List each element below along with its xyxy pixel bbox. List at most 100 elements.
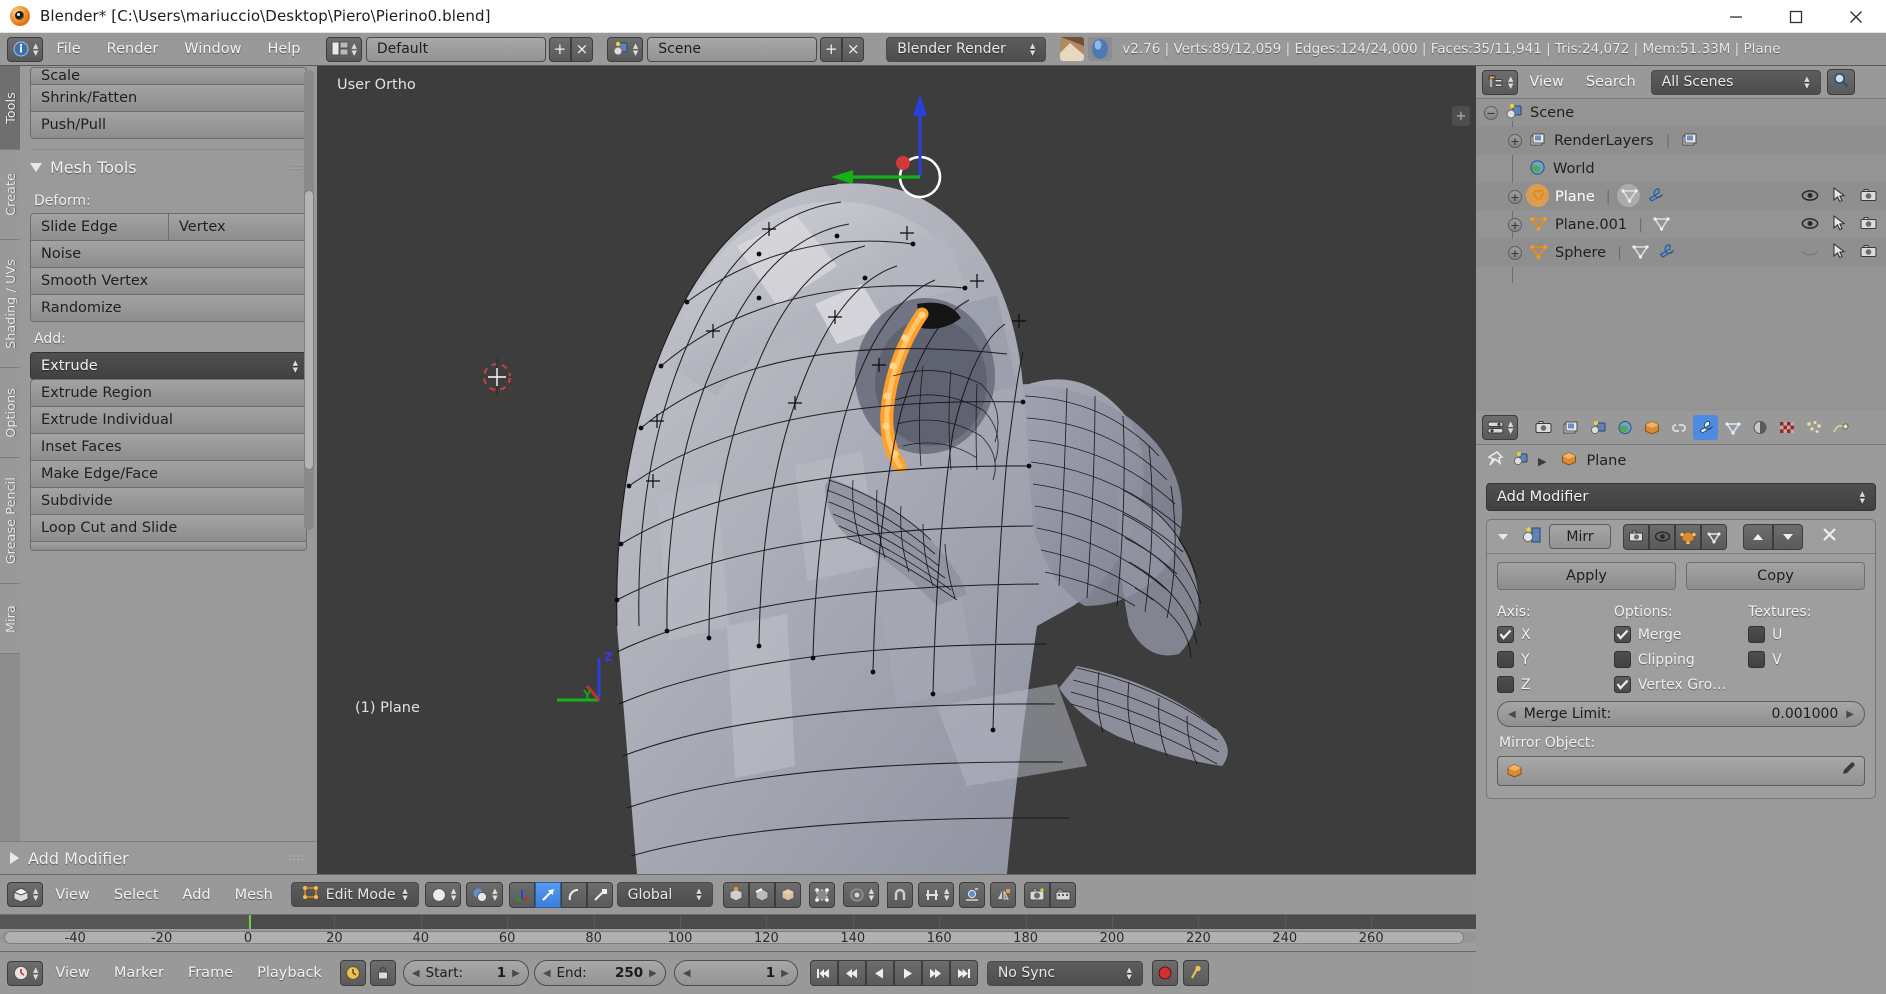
timeline-hscrollbar[interactable] bbox=[0, 929, 1476, 945]
render-layers-data-icon[interactable] bbox=[1681, 131, 1700, 152]
move-down-button[interactable] bbox=[1773, 523, 1803, 550]
translate-manipulator-button[interactable] bbox=[534, 881, 561, 908]
tool-button-shrink-fatten[interactable]: Shrink/Fatten bbox=[30, 84, 307, 112]
sidebar-tab-shading-uvs[interactable]: Shading / UVs bbox=[0, 240, 20, 368]
menu-file[interactable]: File bbox=[43, 33, 93, 66]
scene-name[interactable]: Scene bbox=[647, 36, 818, 62]
tool-button-scale[interactable]: Scale bbox=[30, 67, 307, 85]
next-keyframe-button[interactable] bbox=[921, 960, 950, 986]
minimize-button[interactable] bbox=[1706, 0, 1766, 33]
outliner-row-scene[interactable]: − Scene bbox=[1476, 99, 1886, 127]
checkbox-axis-y[interactable]: Y bbox=[1497, 651, 1614, 668]
panel-header-add-modifier[interactable]: Add Modifier :::: bbox=[0, 841, 317, 874]
collapse-triangle-icon[interactable] bbox=[1495, 527, 1511, 546]
pin-icon[interactable] bbox=[1486, 450, 1504, 471]
expand-toggle-icon[interactable]: + bbox=[1508, 134, 1522, 148]
modifier-name-field[interactable]: Mirr bbox=[1549, 524, 1611, 549]
snap-magnet-button[interactable] bbox=[886, 881, 913, 908]
renderability-camera-icon[interactable] bbox=[1860, 216, 1878, 234]
tab-material[interactable] bbox=[1747, 415, 1772, 440]
copy-modifier-button[interactable]: Copy bbox=[1686, 562, 1865, 590]
timeline-menu-playback[interactable]: Playback bbox=[245, 965, 334, 981]
sidebar-tab-options[interactable]: Options bbox=[0, 368, 20, 458]
delete-screen-button[interactable]: × bbox=[570, 36, 593, 62]
mesh-data-icon[interactable] bbox=[1652, 215, 1671, 236]
tool-button-loop-cut-and-slide[interactable]: Loop Cut and Slide bbox=[30, 514, 307, 542]
rotate-manipulator-button[interactable] bbox=[560, 881, 587, 908]
snap-target-button[interactable]: ▲ ▼ bbox=[917, 882, 955, 907]
mirror-object-field[interactable] bbox=[1497, 756, 1865, 786]
sidebar-tab-create[interactable]: Create bbox=[0, 150, 20, 240]
tab-scene[interactable] bbox=[1585, 415, 1610, 440]
pivot-point-button[interactable]: ▲ ▼ bbox=[466, 882, 503, 907]
apply-modifier-button[interactable]: Apply bbox=[1497, 562, 1676, 590]
keying-set-button[interactable] bbox=[1182, 960, 1209, 986]
timeline-menu-marker[interactable]: Marker bbox=[102, 965, 176, 981]
outliner-row-renderlayers[interactable]: + RenderLayers | bbox=[1476, 127, 1886, 155]
expand-toggle-icon[interactable]: + bbox=[1508, 246, 1522, 260]
new-screen-button[interactable]: + bbox=[548, 36, 571, 62]
viewport-menu-add[interactable]: Add bbox=[171, 887, 223, 903]
outliner-row-plane[interactable]: + Plane | bbox=[1476, 183, 1886, 211]
move-up-button[interactable] bbox=[1743, 523, 1773, 550]
edge-select-button[interactable] bbox=[748, 881, 775, 908]
outliner-display-mode-select[interactable]: All Scenes ▲ ▼ bbox=[1650, 69, 1821, 95]
tool-shelf-scrollbar[interactable] bbox=[304, 70, 314, 530]
close-button[interactable] bbox=[1826, 0, 1886, 33]
screen-layout-type-button[interactable]: ▲ ▼ bbox=[325, 36, 362, 62]
selectability-cursor-icon[interactable] bbox=[1833, 214, 1846, 235]
properties-editor-type-button[interactable]: ▲ ▼ bbox=[1482, 415, 1519, 440]
timeline-menu-frame[interactable]: Frame bbox=[176, 965, 245, 981]
tool-button-extrude-region[interactable]: Extrude Region bbox=[30, 379, 307, 407]
menu-render[interactable]: Render bbox=[94, 33, 172, 66]
outliner-row-sphere[interactable]: + Sphere | bbox=[1476, 239, 1886, 267]
snap-align-rotation-button[interactable] bbox=[959, 881, 986, 908]
tab-render[interactable] bbox=[1531, 415, 1556, 440]
tab-texture[interactable] bbox=[1774, 415, 1799, 440]
tab-data[interactable] bbox=[1720, 415, 1745, 440]
viewport-menu-mesh[interactable]: Mesh bbox=[223, 887, 285, 903]
expand-toggle-icon[interactable]: + bbox=[1508, 190, 1522, 204]
tool-button-inset-faces[interactable]: Inset Faces bbox=[30, 433, 307, 461]
previous-keyframe-button[interactable] bbox=[837, 960, 866, 986]
render-animation-button[interactable] bbox=[1050, 881, 1077, 908]
3d-viewport[interactable]: User Ortho + Z Y (1) Plane bbox=[317, 66, 1476, 874]
screen-layout-name[interactable]: Default bbox=[365, 36, 546, 62]
tab-world[interactable] bbox=[1612, 415, 1637, 440]
cage-toggle-button[interactable] bbox=[1701, 523, 1727, 550]
modifier-wrench-icon[interactable] bbox=[1657, 243, 1676, 264]
outliner-search-button[interactable] bbox=[1826, 69, 1855, 95]
checkbox-axis-x[interactable]: X bbox=[1497, 626, 1614, 643]
mesh-data-icon[interactable] bbox=[1631, 243, 1650, 264]
face-select-button[interactable] bbox=[774, 881, 801, 908]
tab-modifiers[interactable] bbox=[1693, 415, 1719, 440]
new-scene-button[interactable]: + bbox=[820, 36, 843, 62]
proportional-edit-button[interactable]: ▲ ▼ bbox=[842, 882, 879, 907]
checkbox-axis-z[interactable]: Z bbox=[1497, 676, 1614, 693]
tab-constraints[interactable] bbox=[1666, 415, 1691, 440]
checkbox-merge[interactable]: Merge bbox=[1613, 626, 1748, 643]
tab-object[interactable] bbox=[1639, 415, 1664, 440]
tool-button-push-pull[interactable]: Push/Pull bbox=[30, 111, 307, 139]
visibility-eye-icon[interactable] bbox=[1801, 245, 1819, 262]
play-reverse-button[interactable] bbox=[865, 960, 894, 986]
visibility-eye-icon[interactable] bbox=[1801, 189, 1819, 206]
renderability-camera-icon[interactable] bbox=[1860, 244, 1878, 262]
tool-button-smooth-vertex[interactable]: Smooth Vertex bbox=[30, 267, 307, 295]
auto-keying-button[interactable] bbox=[339, 960, 366, 986]
play-button[interactable] bbox=[893, 960, 922, 986]
visibility-eye-icon[interactable] bbox=[1801, 217, 1819, 234]
viewport-editor-type-button[interactable]: ▲ ▼ bbox=[7, 882, 44, 907]
tool-button-noise[interactable]: Noise bbox=[30, 240, 307, 268]
frame-start-field[interactable]: ◀ Start: 1 ▶ bbox=[402, 960, 529, 986]
occlude-geometry-button[interactable] bbox=[808, 881, 835, 908]
sidebar-tab-grease-pencil[interactable]: Grease Pencil bbox=[0, 458, 20, 584]
menu-help[interactable]: Help bbox=[254, 33, 313, 66]
render-image-button[interactable] bbox=[1024, 881, 1051, 908]
scene-icon[interactable] bbox=[1512, 451, 1530, 471]
delete-x-icon[interactable] bbox=[1821, 526, 1838, 547]
transform-orientation-select[interactable]: Global ▲ ▼ bbox=[616, 882, 713, 907]
tool-button-extrude-individual[interactable]: Extrude Individual bbox=[30, 406, 307, 434]
timeline-editor-type-button[interactable]: ▲ ▼ bbox=[7, 960, 44, 986]
delete-scene-button[interactable]: × bbox=[842, 36, 865, 62]
